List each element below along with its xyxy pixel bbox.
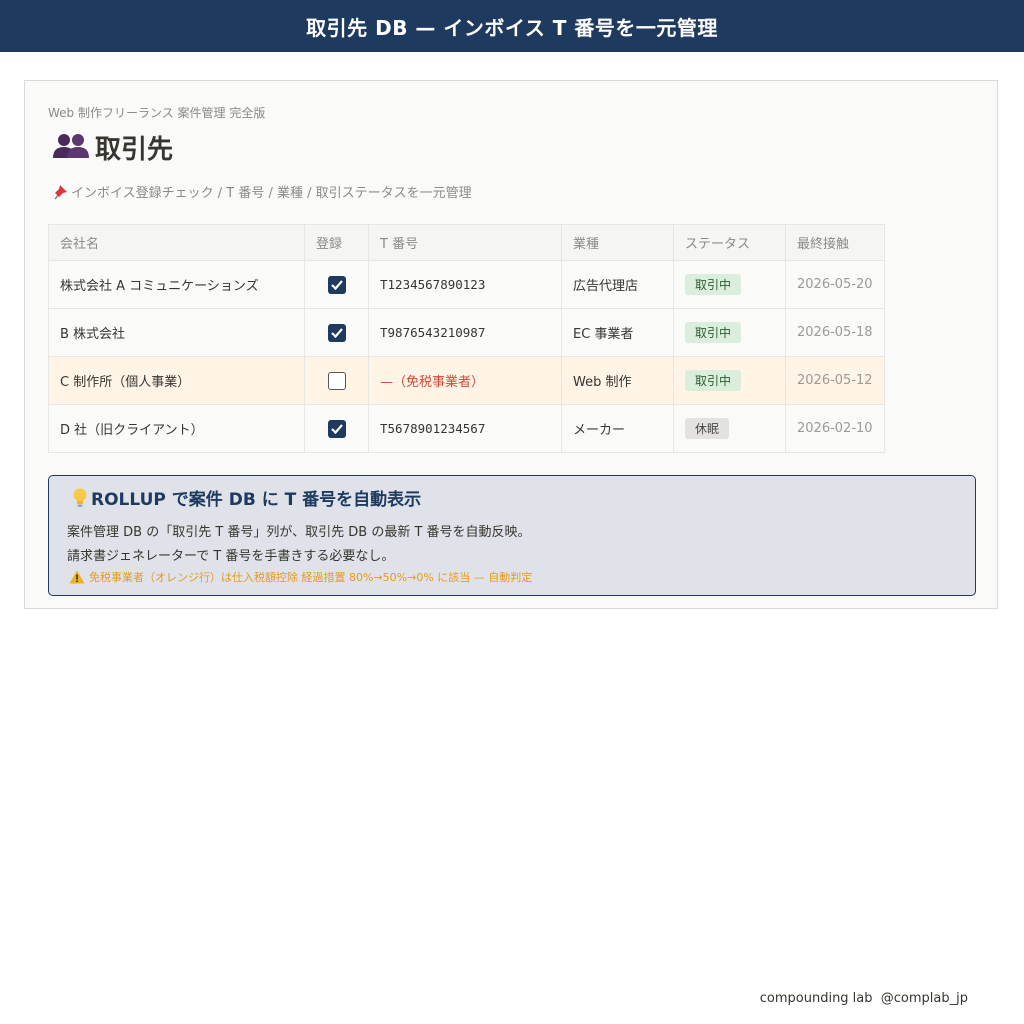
industry-cell[interactable]: メーカー bbox=[561, 404, 674, 453]
callout-line-1: 案件管理 DB の「取引先 T 番号」列が、取引先 DB の最新 T 番号を自動… bbox=[67, 525, 531, 540]
t-number-cell[interactable]: —（免税事業者） bbox=[368, 356, 562, 405]
status-cell[interactable]: 取引中 bbox=[673, 260, 786, 309]
title-row: 取引先 bbox=[53, 127, 173, 167]
lightbulb-icon bbox=[71, 487, 89, 509]
company-cell[interactable]: 株式会社 A コミュニケーションズ bbox=[48, 260, 305, 309]
table-row-exempt[interactable]: C 制作所（個人事業） —（免税事業者） Web 制作 取引中 2026-05-… bbox=[48, 356, 885, 405]
header-t-number[interactable]: T 番号 bbox=[368, 224, 562, 261]
pin-icon bbox=[51, 183, 69, 201]
top-banner: 取引先 DB — インボイス T 番号を一元管理 bbox=[0, 0, 1024, 52]
callout-title: ROLLUP で案件 DB に T 番号を自動表示 bbox=[91, 490, 422, 510]
last-contact-cell[interactable]: 2026-05-12 bbox=[785, 356, 885, 405]
breadcrumb[interactable]: Web 制作フリーランス 案件管理 完全版 bbox=[48, 104, 265, 121]
subtitle-text: インボイス登録チェック / T 番号 / 業種 / 取引ステータスを一元管理 bbox=[71, 186, 472, 201]
clients-table: 会社名 登録 T 番号 業種 ステータス 最終接触 株式会社 A コミュニケーシ… bbox=[48, 224, 885, 453]
t-number-cell[interactable]: T9876543210987 bbox=[368, 308, 562, 357]
header-industry[interactable]: 業種 bbox=[561, 224, 674, 261]
industry-cell[interactable]: 広告代理店 bbox=[561, 260, 674, 309]
callout-line-2: 請求書ジェネレーターで T 番号を手書きする必要なし。 bbox=[67, 549, 395, 564]
table-row[interactable]: B 株式会社 T9876543210987 EC 事業者 取引中 2026-05… bbox=[48, 308, 885, 357]
status-cell[interactable]: 休眠 bbox=[673, 404, 786, 453]
callout-warning: 免税事業者（オレンジ行）は仕入税額控除 経過措置 80%→50%→0% に該当 … bbox=[69, 569, 532, 585]
table-header-row: 会社名 登録 T 番号 業種 ステータス 最終接触 bbox=[48, 224, 885, 261]
checkbox-checked[interactable] bbox=[327, 323, 346, 342]
header-company[interactable]: 会社名 bbox=[48, 224, 305, 261]
people-icon bbox=[53, 131, 89, 163]
database-page: Web 制作フリーランス 案件管理 完全版 取引先 インボイス登録チェック / … bbox=[24, 80, 998, 609]
t-number-cell[interactable]: T1234567890123 bbox=[368, 260, 562, 309]
table-row[interactable]: D 社（旧クライアント） T5678901234567 メーカー 休眠 2026… bbox=[48, 404, 885, 453]
status-badge: 取引中 bbox=[685, 322, 742, 343]
last-contact-cell[interactable]: 2026-05-18 bbox=[785, 308, 885, 357]
status-cell[interactable]: 取引中 bbox=[673, 356, 786, 405]
checkbox-checked[interactable] bbox=[327, 419, 346, 438]
status-badge: 取引中 bbox=[685, 370, 742, 391]
banner-title: 取引先 DB — インボイス T 番号を一元管理 bbox=[306, 15, 718, 40]
registered-cell[interactable] bbox=[304, 404, 369, 453]
status-badge: 取引中 bbox=[685, 274, 742, 295]
rollup-callout: ROLLUP で案件 DB に T 番号を自動表示 案件管理 DB の「取引先 … bbox=[48, 475, 976, 596]
checkbox-checked[interactable] bbox=[327, 275, 346, 294]
company-cell[interactable]: C 制作所（個人事業） bbox=[48, 356, 305, 405]
header-registered[interactable]: 登録 bbox=[304, 224, 369, 261]
footer-credit: compounding lab @complab_jp bbox=[759, 991, 968, 1006]
registered-cell[interactable] bbox=[304, 260, 369, 309]
header-last-contact[interactable]: 最終接触 bbox=[785, 224, 885, 261]
page-title: 取引先 bbox=[95, 134, 174, 165]
header-status[interactable]: ステータス bbox=[673, 224, 786, 261]
industry-cell[interactable]: EC 事業者 bbox=[561, 308, 674, 357]
industry-cell[interactable]: Web 制作 bbox=[561, 356, 674, 405]
warning-text: 免税事業者（オレンジ行）は仕入税額控除 経過措置 80%→50%→0% に該当 … bbox=[89, 571, 533, 584]
page-subtitle: インボイス登録チェック / T 番号 / 業種 / 取引ステータスを一元管理 bbox=[51, 182, 472, 201]
callout-title-row: ROLLUP で案件 DB に T 番号を自動表示 bbox=[71, 485, 421, 510]
t-number-cell[interactable]: T5678901234567 bbox=[368, 404, 562, 453]
last-contact-cell[interactable]: 2026-05-20 bbox=[785, 260, 885, 309]
registered-cell[interactable] bbox=[304, 308, 369, 357]
checkbox-unchecked[interactable] bbox=[327, 371, 346, 390]
registered-cell[interactable] bbox=[304, 356, 369, 405]
company-cell[interactable]: B 株式会社 bbox=[48, 308, 305, 357]
status-cell[interactable]: 取引中 bbox=[673, 308, 786, 357]
company-cell[interactable]: D 社（旧クライアント） bbox=[48, 404, 305, 453]
warning-icon bbox=[69, 570, 85, 584]
status-badge: 休眠 bbox=[685, 418, 730, 439]
last-contact-cell[interactable]: 2026-02-10 bbox=[785, 404, 885, 453]
table-row[interactable]: 株式会社 A コミュニケーションズ T1234567890123 広告代理店 取… bbox=[48, 260, 885, 309]
